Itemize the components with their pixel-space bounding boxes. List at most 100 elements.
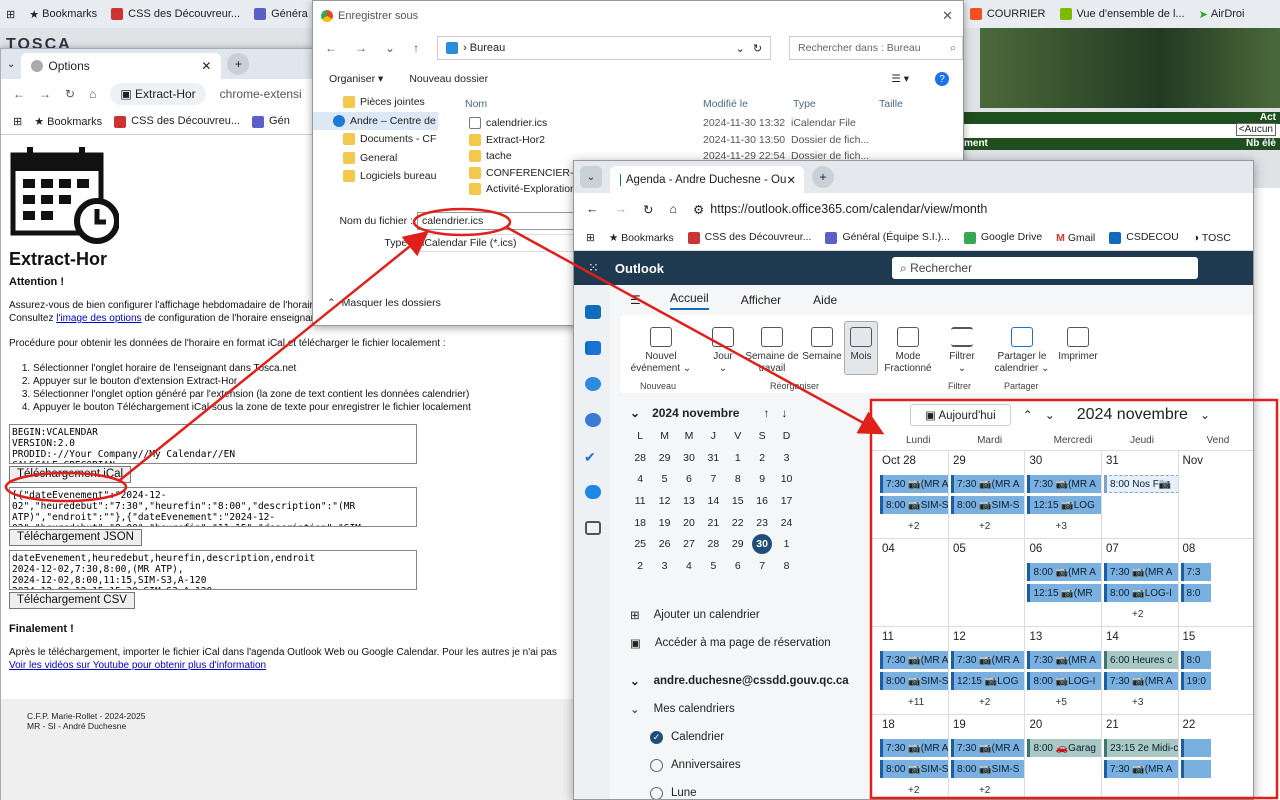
work-week-view-button[interactable]: Semaine de travail bbox=[742, 327, 802, 375]
calendar-event[interactable]: 7:30 📷(MR A bbox=[1104, 563, 1178, 581]
month-view-button[interactable]: Mois bbox=[844, 321, 878, 375]
day-cell[interactable]: 15 8:0 19:0 bbox=[1179, 627, 1253, 714]
account-group[interactable]: ⌄ andre.duchesne@cssdd.gouv.qc.ca bbox=[620, 667, 870, 695]
mini-day[interactable]: 27 bbox=[677, 533, 701, 555]
bookmark-item[interactable]: CSS des Découvreu... bbox=[114, 115, 240, 128]
bookmark-item[interactable]: CSS des Découvreur... bbox=[687, 231, 811, 244]
mini-day[interactable]: 19 bbox=[652, 512, 676, 534]
calendar-event[interactable]: 7:30 📷(MR A bbox=[1027, 475, 1102, 493]
bookmark-item[interactable]: ★ Bookmarks bbox=[609, 232, 674, 244]
calendar-event[interactable]: 8:00 📷LOG-I bbox=[1104, 584, 1178, 602]
tab-search-button[interactable]: ⌄ bbox=[580, 166, 602, 188]
calendar-event[interactable]: 7:30 📷(MR A bbox=[950, 475, 1025, 493]
bookmark-item[interactable]: ◑ TOSC bbox=[1193, 232, 1231, 244]
reload-icon[interactable]: ↻ bbox=[65, 87, 75, 101]
day-cell[interactable]: 08 7:3 8:0 bbox=[1179, 539, 1253, 626]
day-cell[interactable]: Oct 28 7:30 📷(MR A 8:00 📷SIM-S +2 bbox=[878, 451, 949, 538]
options-image-link[interactable]: l'image des options bbox=[56, 313, 141, 324]
bookmark-item[interactable]: ★ Bookmarks bbox=[29, 8, 97, 21]
mini-day[interactable]: 6 bbox=[677, 468, 701, 490]
nav-item[interactable]: General bbox=[313, 149, 438, 168]
mini-day[interactable]: 5 bbox=[701, 555, 725, 577]
filter-button[interactable]: Filtrer ⌄ bbox=[940, 327, 984, 375]
calendar-event[interactable]: 7:30 📷(MR A bbox=[880, 475, 948, 493]
more-events-link[interactable]: +3 bbox=[1055, 521, 1066, 532]
nav-item[interactable]: Logiciels bureau bbox=[313, 167, 438, 186]
booking-page-link[interactable]: ▣ Accéder à ma page de réservation bbox=[620, 629, 870, 657]
forward-icon[interactable]: → bbox=[615, 202, 628, 216]
calendar-event[interactable]: 8:00 Nos F📷 bbox=[1104, 475, 1178, 493]
calendar-event[interactable]: 23:15 2e Midi-confér bbox=[1104, 739, 1178, 757]
calendar-event[interactable] bbox=[1180, 739, 1211, 757]
column-header[interactable]: Taille bbox=[879, 98, 903, 110]
app-launcher-icon[interactable]: ⁙ bbox=[588, 260, 599, 276]
forward-icon[interactable]: → bbox=[39, 87, 51, 101]
grid-icon[interactable]: ⊞ bbox=[13, 115, 22, 128]
up-icon[interactable]: ↑ bbox=[413, 41, 419, 55]
mini-day[interactable]: 25 bbox=[628, 533, 652, 555]
close-icon[interactable]: ✕ bbox=[786, 173, 796, 187]
more-events-link[interactable]: +2 bbox=[979, 521, 990, 532]
bookmark-item[interactable]: Généra bbox=[254, 8, 308, 20]
mini-day[interactable]: 31 bbox=[701, 447, 725, 469]
tab-agenda[interactable]: Agenda - Andre Duchesne - Ou ✕ bbox=[610, 166, 804, 193]
next-icon[interactable]: ⌄ bbox=[1045, 408, 1055, 422]
new-tab-button[interactable]: + bbox=[812, 166, 834, 188]
column-header[interactable]: Type bbox=[793, 98, 879, 110]
day-cell[interactable]: 05 bbox=[949, 539, 1026, 626]
tab-accueil[interactable]: Accueil bbox=[670, 291, 709, 310]
mini-day[interactable]: 26 bbox=[652, 533, 676, 555]
split-view-button[interactable]: Mode Fractionné bbox=[880, 327, 936, 375]
day-cell[interactable]: 31 8:00 Nos F📷 bbox=[1102, 451, 1179, 538]
mini-day[interactable]: 5 bbox=[652, 468, 676, 490]
collapse-icon[interactable]: ⌄ bbox=[630, 406, 640, 420]
new-folder-button[interactable]: Nouveau dossier bbox=[409, 73, 488, 85]
mini-day[interactable]: 7 bbox=[750, 555, 774, 577]
day-cell[interactable]: 19 7:30 📷(MR A 8:00 📷SIM-S +2 bbox=[949, 715, 1026, 799]
day-cell[interactable]: 11 7:30 📷(MR A 8:00 📷SIM-S +11 bbox=[878, 627, 949, 714]
mini-day[interactable]: 11 bbox=[628, 490, 652, 512]
calendar-icon[interactable] bbox=[585, 341, 601, 355]
mini-day[interactable]: 10 bbox=[774, 468, 798, 490]
day-cell[interactable]: 13 7:30 📷(MR A 8:00 📷LOG-I +5 bbox=[1025, 627, 1102, 714]
tab-aide[interactable]: Aide bbox=[813, 293, 837, 307]
mini-day[interactable]: 24 bbox=[774, 512, 798, 534]
mini-day[interactable]: 28 bbox=[628, 447, 652, 469]
bookmark-item[interactable]: Gén bbox=[252, 115, 290, 128]
new-event-button[interactable]: Nouvel événement ⌄ bbox=[626, 327, 696, 375]
calendar-event[interactable]: 8:00 📷(MR A bbox=[1027, 563, 1102, 581]
mini-day[interactable]: 7 bbox=[701, 468, 725, 490]
add-calendar-link[interactable]: ⊞ Ajouter un calendrier bbox=[620, 601, 870, 629]
bookmark-item[interactable]: CSDECOU bbox=[1109, 231, 1179, 244]
more-events-link[interactable]: +2 bbox=[979, 785, 990, 796]
calendar-event[interactable]: 7:30 📷(MR A bbox=[1104, 672, 1178, 690]
chevron-down-icon[interactable]: ⌄ bbox=[385, 41, 395, 55]
day-cell[interactable]: 14 6:00 Heures c 7:30 📷(MR A +3 bbox=[1102, 627, 1179, 714]
day-view-button[interactable]: Jour ⌄ bbox=[706, 327, 740, 375]
calendar-event[interactable]: 8:00 📷SIM-S bbox=[880, 496, 948, 514]
grid-icon[interactable]: ⊞ bbox=[586, 232, 595, 244]
close-icon[interactable]: ✕ bbox=[942, 8, 953, 24]
onedrive-icon[interactable] bbox=[585, 485, 601, 499]
calendar-item[interactable]: Lune bbox=[620, 779, 870, 799]
bookmark-item[interactable]: Général (Équipe S.I.)... bbox=[825, 231, 950, 244]
mini-day[interactable]: 2 bbox=[750, 447, 774, 469]
csv-textarea[interactable]: dateEvenement,heuredebut,heurefin,descri… bbox=[9, 550, 417, 590]
mini-day[interactable]: 29 bbox=[652, 447, 676, 469]
day-cell[interactable]: 18 7:30 📷(MR A 8:00 📷SIM-S +2 bbox=[878, 715, 949, 799]
day-cell[interactable]: Nov bbox=[1179, 451, 1253, 538]
bookmark-item[interactable]: ★ Bookmarks bbox=[34, 115, 102, 128]
calendar-event[interactable]: 8:0 bbox=[1180, 651, 1211, 669]
back-icon[interactable]: ← bbox=[586, 202, 599, 216]
file-row[interactable]: calendrier.ics 2024-11-30 13:32 iCalendar … bbox=[451, 115, 961, 132]
apps-icon[interactable] bbox=[585, 521, 601, 535]
mini-day[interactable]: 3 bbox=[774, 447, 798, 469]
site-info-icon[interactable]: ⚙ bbox=[693, 202, 704, 217]
home-icon[interactable]: ⌂ bbox=[669, 202, 677, 216]
ical-download-button[interactable]: Téléchargement iCal bbox=[9, 466, 132, 483]
mini-day[interactable]: 21 bbox=[701, 512, 725, 534]
calendar-event[interactable]: 7:30 📷(MR A bbox=[950, 651, 1025, 669]
more-events-link[interactable]: +5 bbox=[1055, 697, 1066, 708]
tab-options[interactable]: Options ✕ bbox=[21, 53, 222, 79]
reload-icon[interactable]: ↻ bbox=[643, 202, 653, 217]
